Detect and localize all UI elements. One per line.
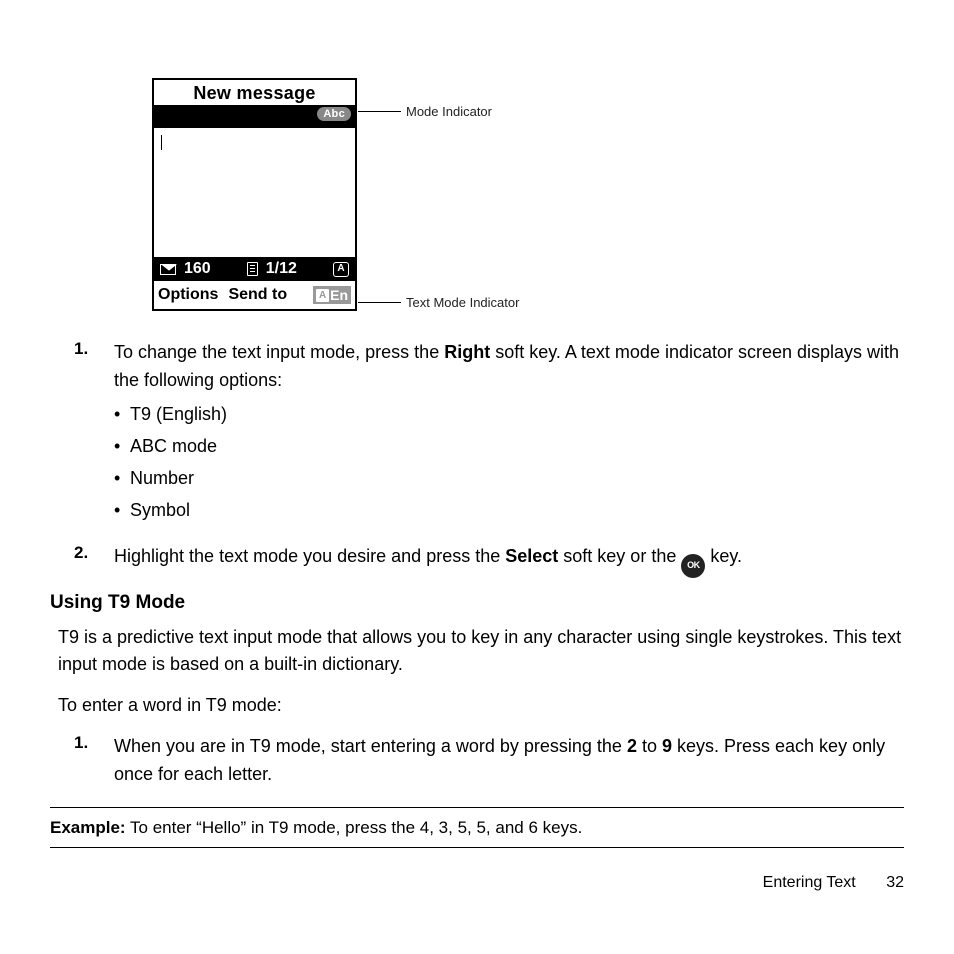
ok-key-icon: OK <box>681 554 705 578</box>
example-label: Example: <box>50 818 126 837</box>
paragraph: T9 is a predictive text input mode that … <box>58 624 904 678</box>
step-number: 1. <box>74 733 114 789</box>
list-item: 2. Highlight the text mode you desire an… <box>74 543 904 578</box>
example-callout: Example: To enter “Hello” in T9 mode, pr… <box>50 807 904 849</box>
list-item: T9 (English) <box>114 401 904 428</box>
footer-page-number: 32 <box>886 874 904 891</box>
message-input-area <box>154 127 355 257</box>
text-mode-indicator-badge: A En <box>313 286 351 304</box>
softkey-sendto: Send to <box>228 286 287 304</box>
text-mode-a: A <box>316 289 329 302</box>
instruction-list-a: 1. To change the text input mode, press … <box>74 339 904 578</box>
text-mode-lang: En <box>330 287 348 303</box>
callout-mode-indicator: Mode Indicator <box>406 104 492 119</box>
callout-line <box>358 111 401 112</box>
page-count: 1/12 <box>266 260 297 278</box>
list-item: Number <box>114 465 904 492</box>
callout-text-mode-indicator: Text Mode Indicator <box>406 295 519 310</box>
list-item: 1. When you are in T9 mode, start enteri… <box>74 733 904 789</box>
phone-screenshot: New message Abc 160 1/12 A Op <box>152 78 904 311</box>
envelope-icon <box>160 264 176 275</box>
page-icon <box>247 262 258 276</box>
instruction-list-b: 1. When you are in T9 mode, start enteri… <box>74 733 904 789</box>
page-footer: Entering Text 32 <box>763 874 904 892</box>
step-body: When you are in T9 mode, start entering … <box>114 733 904 789</box>
options-bullet-list: T9 (English) ABC mode Number Symbol <box>114 401 904 524</box>
phone-frame: New message Abc 160 1/12 A Op <box>152 78 357 311</box>
step-number: 2. <box>74 543 114 578</box>
list-item: 1. To change the text input mode, press … <box>74 339 904 529</box>
list-item: Symbol <box>114 497 904 524</box>
step-body: To change the text input mode, press the… <box>114 339 904 529</box>
softkey-options: Options <box>158 286 218 304</box>
list-item: ABC mode <box>114 433 904 460</box>
step-number: 1. <box>74 339 114 529</box>
phone-mode-bar: Abc <box>154 105 355 127</box>
example-text: To enter “Hello” in T9 mode, press the 4… <box>126 818 583 837</box>
section-heading-t9: Using T9 Mode <box>50 592 904 614</box>
phone-title: New message <box>154 80 355 105</box>
caps-indicator-icon: A <box>333 262 349 277</box>
step-body: Highlight the text mode you desire and p… <box>114 543 904 578</box>
softkey-bar: Options Send to A En <box>154 281 355 309</box>
callout-line <box>358 302 401 303</box>
footer-section: Entering Text <box>763 874 856 891</box>
mode-indicator-badge: Abc <box>317 107 351 121</box>
paragraph: To enter a word in T9 mode: <box>58 692 904 719</box>
char-count: 160 <box>184 260 211 278</box>
text-cursor-icon <box>161 135 162 150</box>
phone-status-bar: 160 1/12 A <box>154 257 355 281</box>
